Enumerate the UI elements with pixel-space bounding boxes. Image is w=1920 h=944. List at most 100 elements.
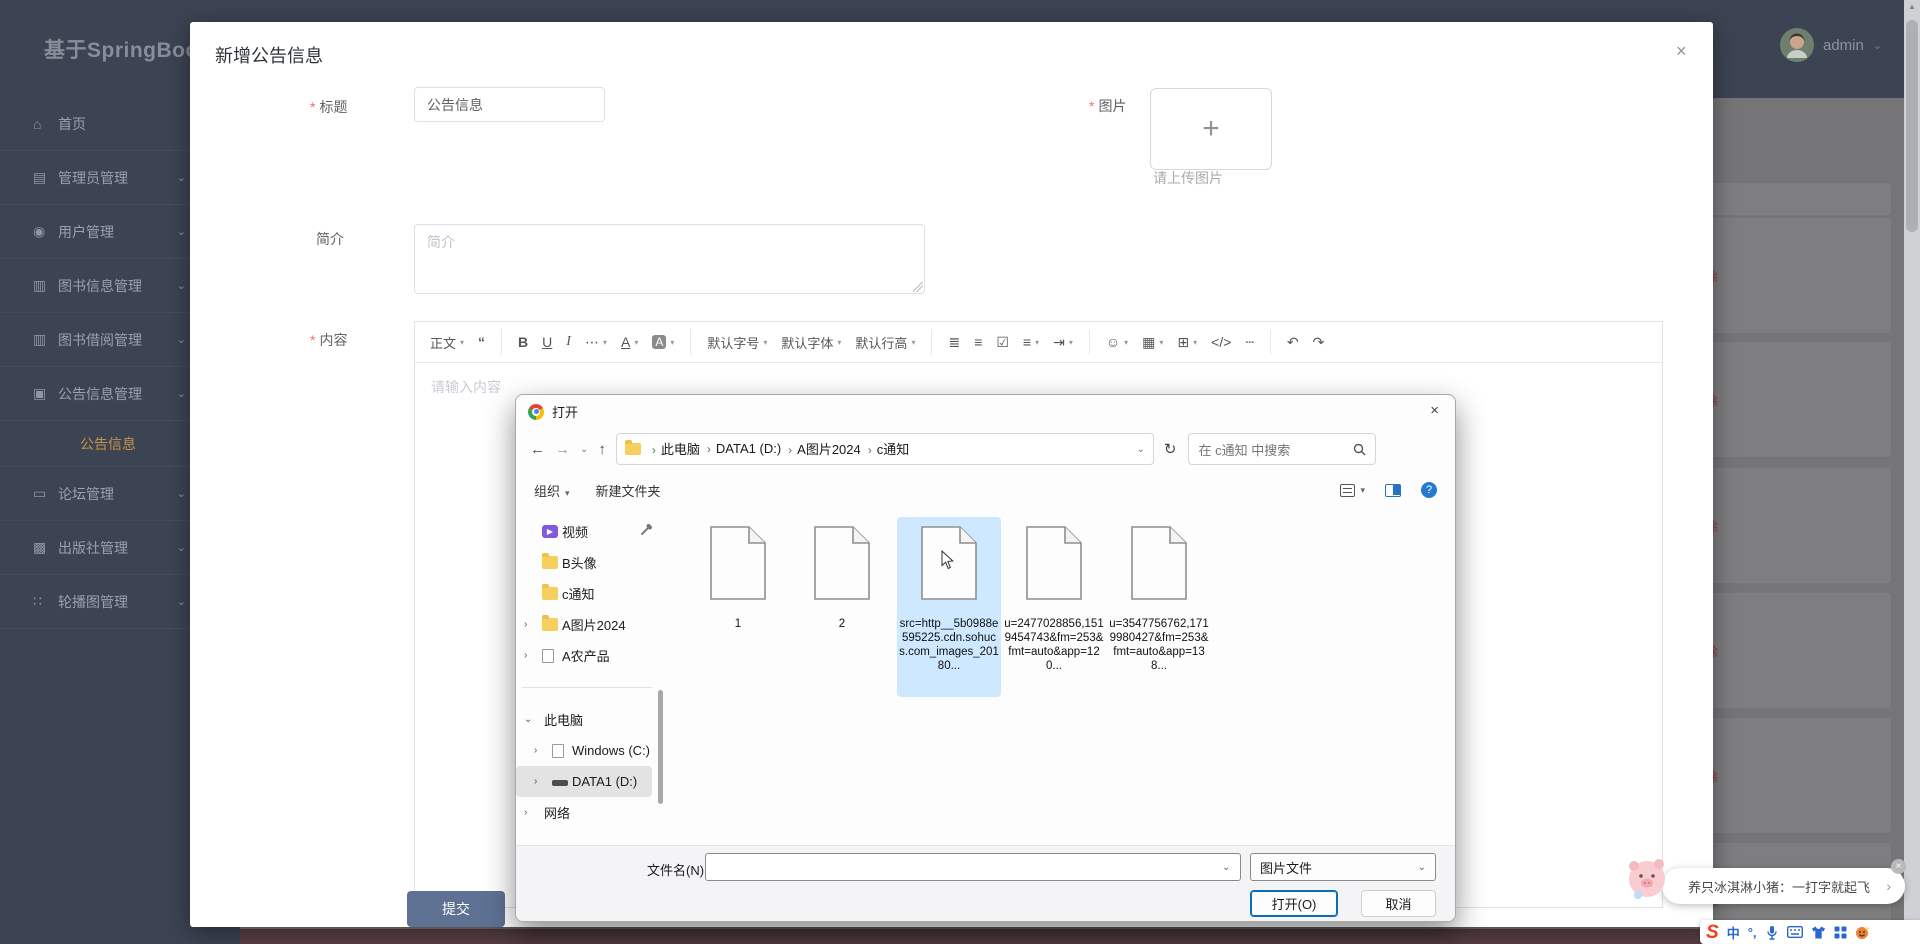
toolbar-glyph: “ — [478, 334, 485, 350]
chinese-mode-icon[interactable]: 中 — [1727, 923, 1740, 942]
new-folder-button[interactable]: 新建文件夹 — [596, 481, 661, 500]
breadcrumb-c-notice[interactable]: ›c通知 — [863, 439, 910, 459]
more-style-button[interactable]: ⋯ ▾ — [578, 327, 614, 357]
chevron-down-icon[interactable]: ⌄ — [1137, 444, 1145, 455]
expand-chevron-icon[interactable]: ⌄ — [524, 714, 540, 725]
breadcrumb-a-pics-2024[interactable]: ›A图片2024 — [783, 439, 861, 459]
image-upload-button[interactable]: + — [1150, 88, 1272, 170]
title-input[interactable] — [414, 87, 605, 122]
underline-button[interactable]: U — [535, 327, 559, 357]
search-box[interactable]: 在 c通知 中搜索 — [1188, 433, 1376, 465]
ordered-list-button[interactable]: ≡ — [967, 327, 989, 357]
file-item-u2477[interactable]: u=2477028856,1519454743&fm=253&fmt=auto&… — [1002, 517, 1106, 697]
filename-input[interactable] — [705, 853, 1241, 881]
chevron-down-icon[interactable]: ⌄ — [1222, 862, 1230, 873]
tree-item-network[interactable]: › 网络 — [516, 797, 658, 828]
cancel-button[interactable]: 取消 — [1361, 890, 1436, 917]
line-height-select[interactable]: 默认行高 ▾ — [848, 327, 922, 357]
align-button[interactable]: ≡ ▾ — [1016, 327, 1046, 357]
skin-shirt-icon[interactable] — [1811, 926, 1826, 939]
toolbar-separator[interactable] — [931, 329, 932, 355]
expand-chevron-icon[interactable]: › — [534, 776, 550, 787]
file-item-u3547[interactable]: u=3547756762,1719980427&fm=253&fmt=auto&… — [1107, 517, 1211, 697]
tree-item-windows-c[interactable]: › Windows (C:) — [516, 735, 658, 766]
quote-button[interactable]: “ — [471, 327, 492, 357]
insert-table-button[interactable]: ⊞ ▾ — [1170, 327, 1204, 357]
pig-mascot[interactable] — [1625, 855, 1671, 901]
breadcrumb-data1[interactable]: ›DATA1 (D:) — [702, 440, 781, 458]
close-icon[interactable]: × — [1676, 42, 1687, 60]
view-mode-button[interactable]: ▾ — [1340, 484, 1365, 497]
insert-image-button[interactable]: ▦ ▾ — [1135, 327, 1170, 357]
tree-item-b-avatars[interactable]: B头像 — [516, 547, 658, 578]
forward-icon[interactable]: → — [555, 441, 570, 458]
scrollbar-up-arrow[interactable]: ▲ — [1904, 2, 1920, 11]
highlight-color-button[interactable]: A ▾ — [645, 327, 681, 357]
undo-button[interactable]: ↶ — [1280, 327, 1306, 357]
sidebar-item-label: 图书信息管理 — [58, 276, 142, 296]
chat-close-icon[interactable]: × — [1891, 859, 1906, 874]
page-scrollbar[interactable]: ▲ — [1904, 0, 1920, 944]
submit-button[interactable]: 提交 — [407, 891, 505, 927]
microphone-icon[interactable] — [1765, 925, 1779, 940]
chevron-right-icon[interactable]: › — [1886, 878, 1891, 894]
user-chip[interactable]: admin ⌄ — [1780, 28, 1882, 62]
bullet-list-button[interactable]: ≣ — [941, 327, 967, 357]
emoji-face-icon[interactable] — [1855, 925, 1870, 940]
font-size-select[interactable]: 默认字号 ▾ — [700, 327, 774, 357]
font-family-select[interactable]: 默认字体 ▾ — [774, 327, 848, 357]
textarea-resize-grip[interactable] — [913, 282, 923, 292]
tree-item-a-produce[interactable]: › A农产品 — [516, 640, 658, 671]
recent-locations-icon[interactable]: ⌄ — [580, 444, 588, 455]
tree-divider[interactable] — [516, 671, 658, 704]
screen: 除 除 除 除 除 除 基于SpringBoo ⌂ 首页 ▤ 管 — [0, 0, 1920, 944]
sogou-logo[interactable]: S — [1706, 923, 1719, 942]
toolbar-separator[interactable] — [690, 329, 691, 355]
toolbar-separator[interactable] — [1270, 329, 1271, 355]
expand-chevron-icon[interactable]: › — [534, 745, 550, 756]
up-icon[interactable]: ↑ — [598, 441, 606, 458]
tree-scrollbar[interactable] — [658, 690, 663, 804]
intro-textarea[interactable] — [414, 224, 925, 294]
tree-item-c-notice[interactable]: c通知 — [516, 578, 658, 609]
toolbox-grid-icon[interactable] — [1834, 926, 1847, 939]
open-button[interactable]: 打开(O) — [1250, 890, 1338, 917]
toolbar-separator[interactable] — [501, 329, 502, 355]
file-item-2[interactable]: 2 — [790, 517, 894, 697]
tree-item-this-pc[interactable]: ⌄ 此电脑 — [516, 704, 658, 735]
filetype-select[interactable]: 图片文件 ⌄ — [1250, 853, 1436, 881]
expand-chevron-icon[interactable]: › — [524, 650, 540, 661]
keyboard-icon[interactable] — [1787, 926, 1803, 938]
scrollbar-thumb[interactable] — [1906, 20, 1918, 232]
back-icon[interactable]: ← — [530, 441, 545, 458]
font-color-button[interactable]: A ▾ — [614, 327, 645, 357]
dialog-close-icon[interactable]: × — [1430, 403, 1439, 418]
divider-button[interactable]: ┄ — [1238, 327, 1260, 357]
redo-button[interactable]: ↷ — [1306, 327, 1332, 357]
tree-item-videos[interactable]: 视频 — [516, 516, 658, 547]
tree-item-a-pics-2024[interactable]: › A图片2024 — [516, 609, 658, 640]
file-item-sohucs[interactable]: src=http__5b0988e595225.cdn.sohucs.com_i… — [897, 517, 1001, 697]
help-icon[interactable]: ? — [1421, 482, 1437, 498]
indent-button[interactable]: ⇥ ▾ — [1046, 327, 1080, 357]
tree-item-data1-d[interactable]: › DATA1 (D:) — [516, 766, 652, 797]
breadcrumb-this-pc[interactable]: ›此电脑 — [647, 439, 700, 459]
address-bar[interactable]: ›此电脑›DATA1 (D:)›A图片2024›c通知 ⌄ — [616, 433, 1154, 465]
organize-button[interactable]: 组织▾ — [534, 481, 570, 500]
italic-button[interactable]: I — [559, 327, 578, 357]
punctuation-icon[interactable]: °, — [1748, 925, 1757, 940]
format-select[interactable]: 正文 ▾ — [423, 327, 471, 357]
dialog-titlebar[interactable]: 打开 × — [516, 395, 1455, 428]
tree-item-icon — [542, 525, 558, 538]
expand-chevron-icon[interactable]: › — [524, 807, 540, 818]
bold-button[interactable]: B — [511, 327, 535, 357]
file-item-1[interactable]: 1 — [686, 517, 790, 697]
code-block-button[interactable]: </> — [1204, 327, 1238, 357]
expand-chevron-icon[interactable]: › — [524, 619, 540, 630]
ime-chat-bubble[interactable]: 养只冰淇淋小猪：一打字就起飞 › — [1662, 868, 1905, 904]
refresh-icon[interactable]: ↻ — [1164, 440, 1177, 458]
preview-pane-icon[interactable] — [1385, 484, 1401, 497]
emoji-button[interactable]: ☺ ▾ — [1099, 327, 1135, 357]
todo-list-button[interactable]: ☑ — [989, 327, 1016, 357]
toolbar-separator[interactable] — [1089, 329, 1090, 355]
